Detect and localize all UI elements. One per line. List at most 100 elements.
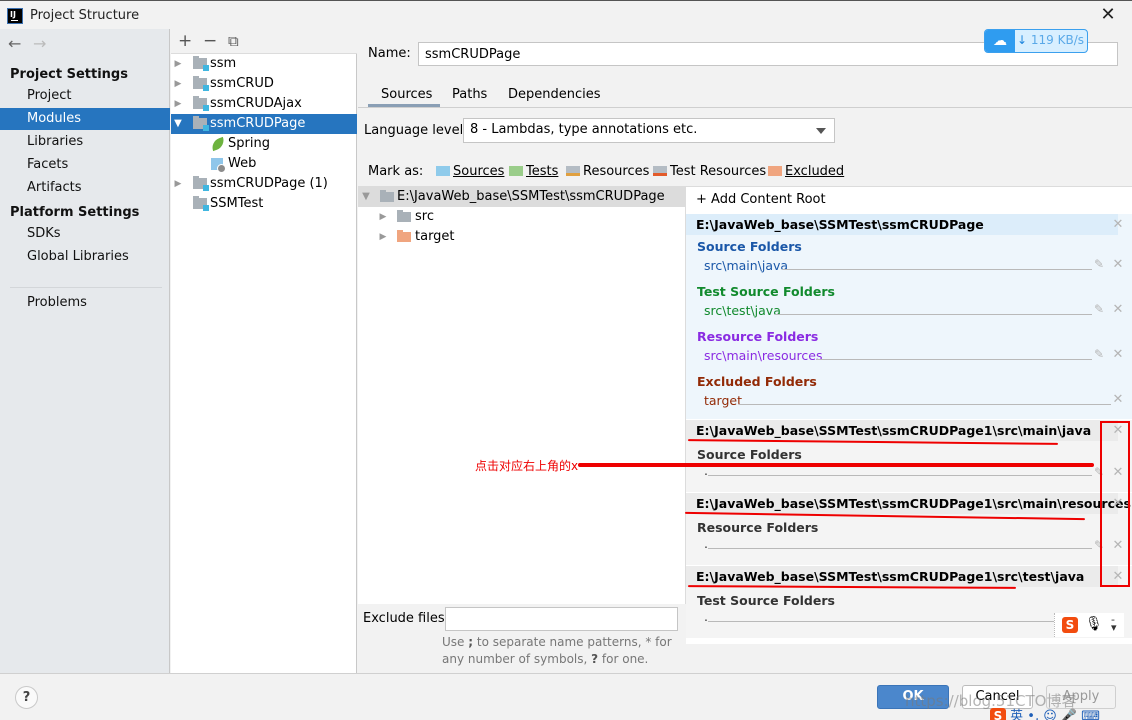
- path-underline: [782, 269, 1092, 270]
- sidebar-item-artifacts[interactable]: Artifacts: [0, 177, 170, 199]
- remove-root-close-icon[interactable]: ✕: [1111, 217, 1125, 232]
- sources-folder-icon: [436, 166, 450, 176]
- sidebar-item-facets[interactable]: Facets: [0, 154, 170, 176]
- back-arrow-icon[interactable]: ←: [8, 34, 21, 53]
- section-title: Resource Folders: [697, 520, 819, 535]
- dir-tree-item[interactable]: ▶ target: [358, 227, 685, 247]
- download-speed-value: 119 KB/s: [1030, 33, 1085, 47]
- expand-arrow-icon[interactable]: ▶: [172, 94, 184, 114]
- dir-tree-item[interactable]: ▶ src: [358, 207, 685, 227]
- modules-toolbar: + − ⧉: [171, 29, 357, 54]
- folder-icon: [397, 210, 411, 222]
- add-module-button[interactable]: +: [178, 31, 192, 51]
- section-platform-settings: Platform Settings: [10, 205, 140, 220]
- module-folder-icon: [193, 116, 209, 131]
- edit-pencil-icon[interactable]: ✎: [1094, 257, 1104, 271]
- sidebar-item-sdks[interactable]: SDKs: [0, 223, 170, 245]
- remove-folder-close-icon[interactable]: ✕: [1111, 392, 1125, 407]
- window-title: Project Structure: [30, 8, 140, 23]
- module-tree-item[interactable]: ▶ ssm: [171, 54, 357, 74]
- path-underline: [739, 404, 1111, 405]
- dir-tree-root[interactable]: ▼ E:\JavaWeb_base\SSMTest\ssmCRUDPage: [358, 187, 685, 207]
- spring-leaf-icon: [209, 136, 227, 152]
- expand-arrow-icon[interactable]: ▶: [172, 74, 184, 94]
- annotation-arrow-line: [578, 463, 1094, 467]
- copy-module-button[interactable]: ⧉: [228, 32, 239, 50]
- sidebar-item-libraries[interactable]: Libraries: [0, 131, 170, 153]
- content-roots-panel: + Add Content Root E:\JavaWeb_base\SSMTe…: [686, 186, 1132, 644]
- hint-text: to separate name patterns, * for: [473, 635, 672, 649]
- module-tree-item[interactable]: SSMTest: [171, 194, 357, 214]
- folder-path: src\test\java: [704, 303, 781, 318]
- mark-resources-button[interactable]: Resources: [566, 164, 649, 179]
- expand-arrow-icon[interactable]: ▶: [377, 207, 389, 227]
- cloud-logo-icon: ☁: [985, 30, 1015, 52]
- edit-pencil-icon[interactable]: ✎: [1094, 302, 1104, 316]
- remove-module-button[interactable]: −: [203, 31, 217, 51]
- tab-sources[interactable]: Sources: [381, 87, 432, 102]
- add-content-root-button[interactable]: + Add Content Root: [696, 192, 826, 207]
- ime-tray-icons[interactable]: 英 •, ☺ 🎤 ⌨: [1010, 709, 1100, 720]
- mark-tests-button[interactable]: Tests: [509, 164, 558, 179]
- tab-paths[interactable]: Paths: [452, 87, 487, 102]
- tabs-divider: [358, 107, 1132, 108]
- download-speed-badge[interactable]: ☁ ↓ 119 KB/s: [984, 29, 1088, 53]
- expand-arrow-icon[interactable]: ▶: [172, 174, 184, 194]
- folder-path: src\main\resources: [704, 348, 823, 363]
- collapse-arrow-icon[interactable]: ▼: [360, 187, 372, 207]
- sogou-ime-icon[interactable]: S: [1062, 617, 1078, 633]
- microphone-icon[interactable]: 🎙: [1085, 616, 1103, 632]
- module-label: ssm: [210, 56, 237, 71]
- facet-tree-item[interactable]: Web: [171, 154, 357, 174]
- section-title: Test Source Folders: [697, 284, 835, 299]
- module-label: ssmCRUDAjax: [210, 96, 302, 111]
- annotation-text: 点击对应右上角的x: [475, 459, 579, 473]
- section-title: Source Folders: [697, 239, 802, 254]
- sidebar-item-project[interactable]: Project: [0, 85, 170, 107]
- bottom-divider: [0, 673, 1132, 674]
- expand-arrow-icon[interactable]: ▶: [377, 227, 389, 247]
- download-speed-text: ↓ 119 KB/s: [1017, 33, 1084, 47]
- content-root: E:\JavaWeb_base\SSMTest\ssmCRUDPage1\src…: [686, 420, 1132, 492]
- name-label: Name:: [368, 46, 411, 61]
- excluded-folder-icon: [768, 166, 782, 176]
- module-tree-item[interactable]: ▶ ssmCRUD: [171, 74, 357, 94]
- mark-sources-button[interactable]: Sources: [436, 164, 504, 179]
- mark-test-resources-button[interactable]: Test Resources: [653, 164, 766, 179]
- close-window-button[interactable]: ✕: [1098, 5, 1118, 25]
- collapse-arrow-icon[interactable]: ▼: [172, 114, 184, 134]
- content-root-path: E:\JavaWeb_base\SSMTest\ssmCRUDPage1\src…: [686, 420, 1118, 441]
- mark-excluded-button[interactable]: Excluded: [768, 164, 844, 179]
- sidebar-item-problems[interactable]: Problems: [0, 292, 170, 314]
- module-tree-item-selected[interactable]: ▼ ssmCRUDPage: [171, 114, 357, 134]
- annotation-highlight-box: [1100, 421, 1130, 587]
- language-level-select[interactable]: 8 - Lambdas, type annotations etc.: [463, 118, 835, 143]
- facet-tree-item[interactable]: Spring: [171, 134, 357, 154]
- forward-arrow-icon[interactable]: →: [33, 34, 46, 53]
- module-tree-item[interactable]: ▶ ssmCRUDPage (1): [171, 174, 357, 194]
- sidebar-item-modules[interactable]: Modules: [0, 108, 170, 130]
- remove-folder-close-icon[interactable]: ✕: [1111, 347, 1125, 362]
- tests-folder-icon: [509, 166, 523, 176]
- tab-dependencies[interactable]: Dependencies: [508, 87, 601, 102]
- sidebar-item-global-libraries[interactable]: Global Libraries: [0, 246, 170, 268]
- content-root: E:\JavaWeb_base\SSMTest\ssmCRUDPage1\src…: [686, 493, 1132, 565]
- remove-folder-close-icon[interactable]: ✕: [1111, 257, 1125, 272]
- content-root: E:\JavaWeb_base\SSMTest\ssmCRUDPage ✕ So…: [686, 214, 1132, 419]
- folder-path: src\main\java: [704, 258, 789, 273]
- module-label: ssmCRUDPage (1): [210, 176, 328, 191]
- module-tree-item[interactable]: ▶ ssmCRUDAjax: [171, 94, 357, 114]
- expand-arrow-icon[interactable]: ▶: [172, 54, 184, 74]
- help-button[interactable]: ?: [15, 686, 38, 709]
- sogou-ime-icon[interactable]: S: [990, 708, 1006, 720]
- dir-label: src: [415, 209, 434, 224]
- folder-icon: [380, 190, 394, 202]
- exclude-files-label: Exclude files:: [363, 611, 450, 626]
- exclude-files-input[interactable]: [445, 607, 678, 631]
- settings-sidebar: ← → Project Settings Project Modules Lib…: [0, 29, 170, 673]
- remove-folder-close-icon[interactable]: ✕: [1111, 302, 1125, 317]
- more-options-icon[interactable]: - ▾: [1111, 614, 1117, 633]
- intellij-app-icon: IJ: [7, 8, 23, 24]
- edit-pencil-icon[interactable]: ✎: [1094, 347, 1104, 361]
- section-title: Excluded Folders: [697, 374, 817, 389]
